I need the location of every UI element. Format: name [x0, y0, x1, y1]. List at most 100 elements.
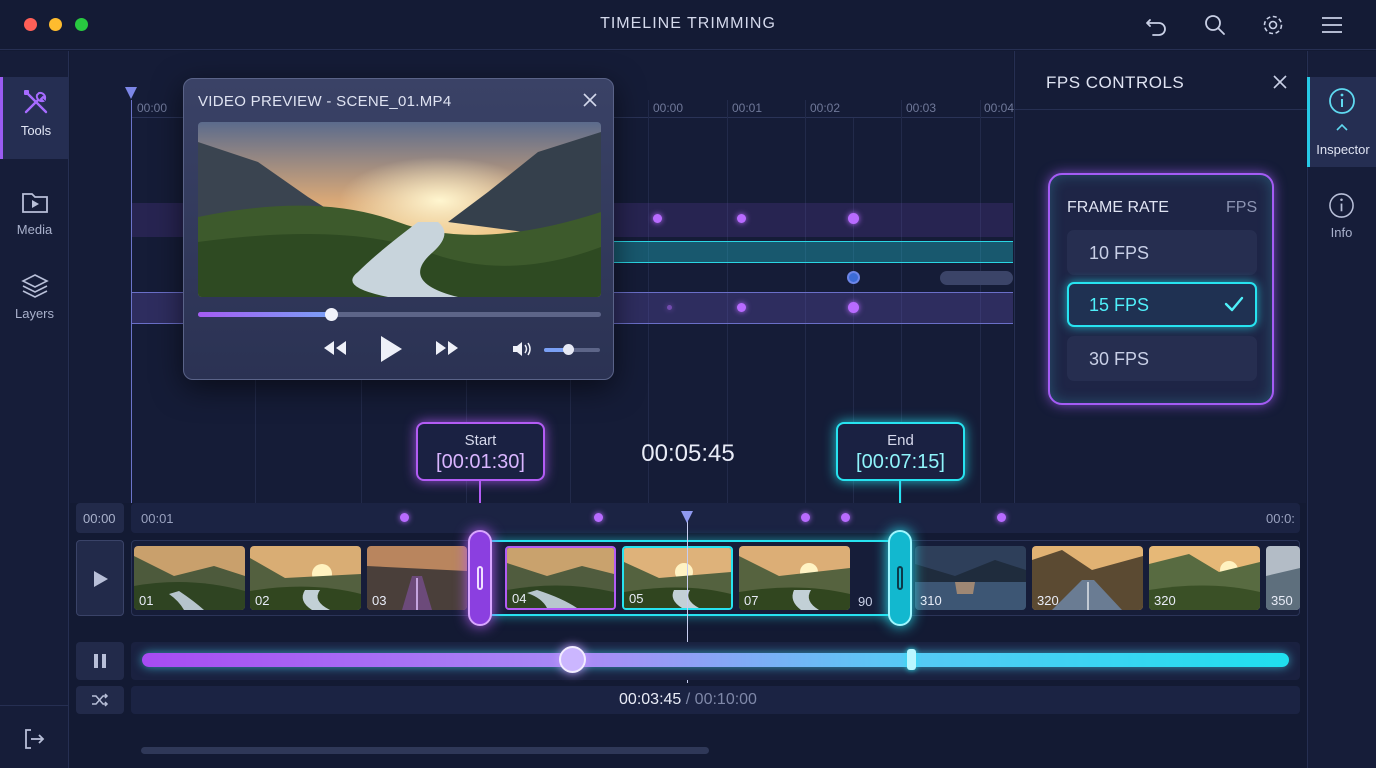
- clip-thumbnail[interactable]: 350: [1266, 546, 1300, 610]
- sidebar-divider: [0, 705, 69, 706]
- settings-icon[interactable]: [1260, 12, 1286, 38]
- grip-icon: [897, 566, 903, 590]
- scrub-end-marker[interactable]: [907, 649, 916, 670]
- upper-playhead-marker[interactable]: [125, 87, 137, 99]
- video-preview-window[interactable]: VIDEO PREVIEW - SCENE_01.MP4: [183, 78, 614, 380]
- undo-icon[interactable]: [1144, 12, 1170, 38]
- clip-thumbnail[interactable]: 05: [622, 546, 733, 610]
- close-icon[interactable]: [582, 92, 598, 113]
- keyframe-dot[interactable]: [653, 214, 662, 223]
- timeline-ruler[interactable]: 00:01 00:0:: [131, 503, 1300, 533]
- frame-rate-unit: FPS: [1226, 199, 1258, 216]
- sidebar-item-tools[interactable]: Tools: [0, 77, 69, 159]
- clip-thumbnail[interactable]: 02: [250, 546, 361, 610]
- preview-progress-knob[interactable]: [324, 308, 338, 321]
- trim-start-value: [00:01:30]: [436, 451, 525, 473]
- pause-button[interactable]: [76, 642, 124, 680]
- menu-icon[interactable]: [1319, 12, 1345, 38]
- trim-start-handle[interactable]: [468, 530, 492, 626]
- playhead-marker[interactable]: [681, 511, 693, 523]
- trim-start-label: Start: [464, 432, 497, 449]
- sidebar-item-label: Media: [16, 222, 53, 237]
- keyframe-dot[interactable]: [737, 303, 746, 312]
- pause-icon: [94, 654, 106, 668]
- info-icon: [1329, 88, 1355, 114]
- play-icon[interactable]: [379, 335, 403, 368]
- frame-rate-title: FRAME RATE: [1067, 199, 1169, 216]
- sidebar-item-label: Tools: [20, 123, 52, 138]
- trim-end-handle[interactable]: [888, 530, 912, 626]
- frame-rate-card: FRAME RATE FPS 10 FPS 15 FPS 30 FPS: [1048, 173, 1274, 405]
- cyan-track-band[interactable]: [614, 241, 1013, 263]
- marker-dot[interactable]: [997, 513, 1006, 522]
- clip-number: 07: [744, 593, 759, 608]
- fps-option-15[interactable]: 15 FPS: [1067, 282, 1257, 327]
- time-separator: /: [685, 691, 691, 708]
- clip-number: 320: [1154, 593, 1176, 608]
- clip-number: 04: [512, 591, 527, 606]
- timeline-play-button[interactable]: [76, 540, 124, 616]
- keyframe-dot[interactable]: [737, 214, 746, 223]
- marker-dot[interactable]: [594, 513, 603, 522]
- volume-icon[interactable]: [512, 340, 534, 363]
- preview-video-frame[interactable]: [198, 122, 601, 297]
- preview-progress-track[interactable]: [198, 308, 601, 321]
- current-time: 00:03:45: [619, 691, 682, 708]
- marker-dot[interactable]: [400, 513, 409, 522]
- sidebar-item-label: Inspector: [1316, 142, 1370, 157]
- ruler-label: 00:01: [141, 511, 174, 526]
- total-time: 00:10:00: [694, 691, 757, 708]
- ruler-label: 00:04: [984, 101, 1015, 115]
- clip-thumbnail[interactable]: 310: [915, 546, 1026, 610]
- scrub-bar[interactable]: [142, 653, 1289, 667]
- keyframe-dot[interactable]: [848, 302, 859, 313]
- clip-number: 03: [372, 593, 387, 608]
- ruler-label: 00:02: [810, 101, 841, 115]
- media-icon: [21, 193, 48, 213]
- preview-title: VIDEO PREVIEW - SCENE_01.MP4: [198, 93, 452, 110]
- tools-icon: [24, 90, 48, 114]
- volume-knob[interactable]: [562, 344, 574, 355]
- ruler-label: 00:03: [906, 101, 937, 115]
- search-icon[interactable]: [1202, 12, 1228, 38]
- clip-thumbnail[interactable]: 03: [367, 546, 467, 610]
- fps-option-10[interactable]: 10 FPS: [1067, 230, 1257, 275]
- rewind-icon[interactable]: [322, 339, 348, 362]
- trim-start-callout: Start [00:01:30]: [416, 422, 545, 481]
- fast-forward-icon[interactable]: [434, 339, 460, 362]
- clip-thumbnail[interactable]: 320: [1032, 546, 1143, 610]
- fps-option-30[interactable]: 30 FPS: [1067, 336, 1257, 381]
- trim-end-label: End: [887, 432, 914, 449]
- sidebar-item-label: Info: [1330, 225, 1353, 240]
- checkmark-icon: [1224, 296, 1244, 312]
- horizontal-scrollbar[interactable]: [141, 747, 709, 754]
- track-clip-bar[interactable]: [940, 271, 1013, 285]
- info-icon: [1329, 193, 1354, 218]
- clip-thumbnail[interactable]: 01: [134, 546, 245, 610]
- keyframe-dot[interactable]: [667, 305, 672, 310]
- sidebar-item-info[interactable]: Info: [1307, 185, 1376, 245]
- preview-progress-fill: [198, 312, 331, 317]
- fps-panel-title: FPS CONTROLS: [1046, 73, 1185, 92]
- sidebar-item-layers[interactable]: Layers: [0, 262, 69, 344]
- clip-thumbnail[interactable]: 320: [1149, 546, 1260, 610]
- keyframe-dot[interactable]: [848, 213, 859, 224]
- clip-thumbnail[interactable]: 04: [505, 546, 616, 610]
- playback-time: 00:03:45 / 00:10:00: [560, 691, 816, 709]
- clip-number: 350: [1271, 593, 1293, 608]
- shuffle-button[interactable]: [76, 686, 124, 714]
- sidebar-item-inspector[interactable]: Inspector: [1307, 77, 1376, 167]
- exit-icon[interactable]: [22, 727, 46, 756]
- timecode-start: 00:00: [83, 511, 116, 526]
- clip-thumbnail[interactable]: 07: [739, 546, 850, 610]
- sidebar-item-media[interactable]: Media: [0, 178, 69, 260]
- close-icon[interactable]: [1272, 74, 1288, 95]
- marker-dot[interactable]: [841, 513, 850, 522]
- volume-slider[interactable]: [544, 344, 600, 355]
- marker-dot[interactable]: [801, 513, 810, 522]
- keyframe-dot[interactable]: [847, 271, 860, 284]
- clip-number: 05: [629, 591, 644, 606]
- scrub-knob[interactable]: [559, 646, 587, 673]
- fps-controls-panel: FPS CONTROLS FRAME RATE FPS 10 FPS 15 FP…: [1014, 51, 1307, 503]
- clip-number: 90: [858, 594, 873, 609]
